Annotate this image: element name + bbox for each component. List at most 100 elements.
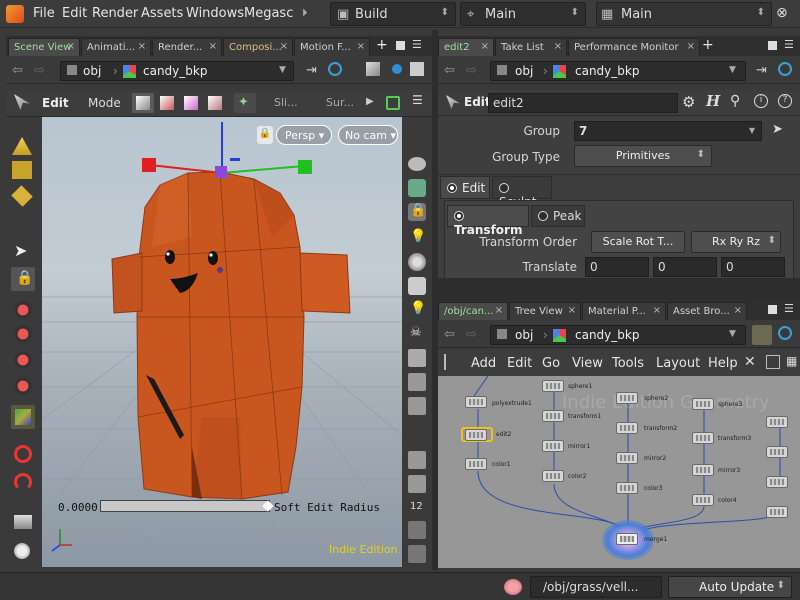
network-options-icon[interactable]: ▦ — [786, 354, 797, 368]
wireframe-icon[interactable] — [408, 277, 426, 295]
node-sphere1[interactable] — [542, 380, 564, 392]
network-editor-canvas[interactable]: Indie Edition Geometry polyextrude1 edit… — [438, 376, 800, 568]
rotate-tool-icon[interactable] — [14, 325, 32, 343]
add-tab-icon[interactable]: + — [376, 37, 388, 53]
node-color3[interactable] — [616, 482, 638, 494]
back-arrow-icon[interactable]: ⇦ — [12, 63, 23, 78]
snapshot-icon[interactable] — [408, 521, 426, 539]
pane-menu-icon[interactable]: ☰ — [412, 38, 422, 51]
menu-assets[interactable]: Assets — [141, 6, 183, 21]
chevron-down-icon[interactable]: ▼ — [729, 65, 736, 75]
link-icon[interactable] — [778, 62, 792, 76]
edge-mode-icon[interactable] — [184, 96, 198, 110]
current-path-field[interactable]: /obj/grass/vell... — [530, 576, 662, 598]
light-icon[interactable]: 💡 — [410, 229, 426, 244]
tab-edit2[interactable]: edit2 × — [438, 38, 494, 56]
persp-dropdown[interactable]: Persp ▾ — [276, 125, 332, 145]
path-node[interactable]: candy_bkp — [575, 64, 639, 78]
scene-viewport[interactable]: 🔒 Persp ▾ No cam ▾ 0.0000 Soft Edit Radi… — [42, 117, 402, 567]
node-mirror1[interactable] — [542, 440, 564, 452]
node-merge1[interactable] — [616, 533, 638, 545]
select-tool-icon[interactable] — [12, 137, 32, 155]
forward-arrow-icon[interactable]: ⇨ — [34, 63, 45, 78]
net-menu-edit[interactable]: Edit — [507, 356, 532, 371]
menu-windows[interactable]: Windows — [186, 6, 244, 21]
display-normals-icon[interactable] — [408, 373, 426, 391]
back-arrow-icon[interactable]: ⇦ — [444, 327, 455, 342]
brush-tool-icon[interactable] — [12, 161, 32, 179]
gear-icon[interactable]: ⚙ — [682, 93, 695, 111]
headlight-icon[interactable]: 💡 — [410, 301, 426, 316]
group-field[interactable]: 7 ▼ — [574, 121, 762, 141]
chevron-right-icon[interactable]: ⏵ — [302, 6, 308, 20]
point-mode-icon[interactable] — [160, 96, 174, 110]
node-polyextrude1[interactable] — [465, 396, 487, 408]
tab-scene-view[interactable]: Scene View × — [8, 38, 80, 56]
subtab-transform[interactable]: Transform — [447, 205, 529, 237]
candy-character[interactable] — [111, 171, 351, 500]
translate-y-field[interactable]: 0 — [653, 257, 717, 277]
horizontal-splitter[interactable] — [438, 278, 800, 300]
menu-file[interactable]: File — [33, 6, 55, 21]
slide-label[interactable]: Sli... — [274, 96, 298, 109]
menu-render[interactable]: Render — [92, 6, 138, 21]
pointer-tool-icon[interactable]: ➤ — [14, 241, 27, 260]
pin-icon[interactable]: ⇥ — [306, 63, 317, 78]
close-icon[interactable]: ⊗ — [776, 5, 788, 21]
network-path-field[interactable]: obj › candy_bkp ▼ — [490, 61, 746, 81]
add-tab-icon[interactable]: + — [702, 37, 714, 53]
tab-asset-browser[interactable]: Asset Bro... × — [667, 302, 747, 320]
path-node[interactable]: candy_bkp — [575, 328, 639, 342]
display-cube-icon[interactable] — [366, 62, 380, 76]
net-menu-add[interactable]: Add — [471, 356, 496, 371]
camera-dropdown[interactable]: No cam ▾ — [338, 125, 398, 145]
mode-tab-edit[interactable]: Edit — [440, 176, 490, 199]
transform-tool-icon[interactable] — [14, 377, 32, 395]
sidebar-toggle-icon[interactable] — [444, 354, 458, 370]
tab-composite[interactable]: Composi... × — [223, 38, 293, 56]
lock-camera-icon[interactable]: 🔒 — [257, 126, 273, 144]
menu-edit[interactable]: Edit — [62, 6, 87, 21]
handle-tool-icon[interactable] — [14, 94, 30, 110]
back-arrow-icon[interactable]: ⇦ — [444, 63, 455, 78]
update-mode-menu[interactable]: Auto Update ⬍ — [668, 576, 792, 598]
node-transform3[interactable] — [692, 432, 714, 444]
lasso-tool-icon[interactable] — [11, 185, 33, 207]
display-points-icon[interactable] — [408, 349, 426, 367]
link-icon[interactable] — [328, 62, 342, 76]
link-icon[interactable] — [778, 326, 792, 340]
maximize-icon[interactable] — [768, 305, 777, 314]
shading-icon[interactable] — [408, 253, 426, 271]
tools-icon[interactable]: ✕ — [744, 354, 756, 370]
net-menu-help[interactable]: Help — [708, 356, 738, 371]
pane-menu-icon[interactable]: ☰ — [784, 38, 794, 51]
radius-slider[interactable] — [100, 500, 270, 512]
node-color2[interactable] — [542, 470, 564, 482]
expand-arrow-icon[interactable]: ▶ — [366, 96, 374, 107]
pane-menu-icon[interactable]: ☰ — [784, 302, 794, 315]
forward-arrow-icon[interactable]: ⇨ — [466, 327, 477, 342]
network-path-field[interactable]: obj › candy_bkp ▼ — [60, 61, 294, 81]
mode-tab-sculpt[interactable]: Sculpt — [492, 176, 552, 209]
scale-tool-icon[interactable] — [14, 351, 32, 369]
translate-x-field[interactable]: 0 — [585, 257, 649, 277]
help-icon[interactable]: ? — [778, 94, 792, 108]
node-color1[interactable] — [465, 458, 487, 470]
frame-count-icon[interactable]: 12 — [410, 501, 423, 512]
translate-z-field[interactable]: 0 — [721, 257, 785, 277]
path-obj[interactable]: obj — [515, 328, 533, 342]
network-path-field[interactable]: obj › candy_bkp ▼ — [490, 325, 746, 345]
select-arrow-icon[interactable]: ➤ — [772, 122, 783, 137]
translate-tool-icon[interactable] — [14, 301, 32, 319]
snap-tool-icon[interactable] — [14, 445, 32, 463]
node-transform1[interactable] — [542, 410, 564, 422]
desktop-dropdown[interactable]: ▣ Build ⬍ — [330, 2, 456, 26]
node-name-field[interactable]: edit2 — [488, 93, 678, 113]
chevron-down-icon[interactable]: ▼ — [279, 65, 286, 75]
net-menu-layout[interactable]: Layout — [656, 356, 700, 371]
grid-view-icon[interactable] — [766, 355, 780, 369]
pin-button[interactable] — [752, 325, 772, 345]
net-menu-tools[interactable]: Tools — [612, 356, 644, 371]
info-icon[interactable]: i — [754, 94, 768, 108]
magnet-tool-icon[interactable] — [14, 473, 32, 491]
